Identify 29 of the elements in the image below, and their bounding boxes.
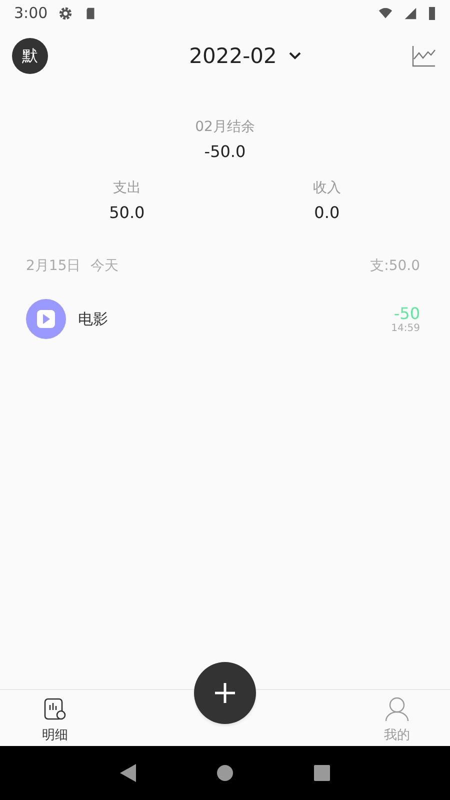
day-total: 支:50.0 [370, 257, 420, 275]
day-date: 2月15日 [26, 257, 81, 275]
tab[interactable]: 明细 [42, 690, 68, 746]
income-label: 收入 [312, 179, 341, 197]
expense-value: 50.0 [109, 203, 145, 222]
balance-label: 02月结余 [195, 118, 255, 136]
ledger-icon [42, 696, 68, 722]
expense-label: 支出 [112, 179, 141, 197]
home-icon[interactable] [216, 765, 233, 781]
add-button[interactable] [194, 662, 256, 724]
plus-icon [214, 682, 236, 704]
line-chart-icon[interactable] [412, 45, 436, 67]
recents-icon[interactable] [314, 765, 330, 781]
entry-category: 电影 [78, 310, 108, 328]
entry-amount: -50 [394, 304, 420, 323]
person-icon [384, 696, 410, 722]
gear-icon [58, 6, 73, 20]
signal-icon [403, 6, 418, 20]
status-time: 3:00 [14, 4, 48, 22]
wifi-icon [378, 6, 393, 20]
day-label: 今天 [90, 257, 119, 275]
battery-icon [428, 5, 436, 21]
chevron-down-icon [288, 52, 301, 60]
income-value: 0.0 [314, 203, 340, 222]
month-picker[interactable]: 2022-02 [183, 43, 307, 69]
balance-value: -50.0 [204, 142, 246, 161]
entry-time: 14:59 [391, 323, 420, 334]
back-icon[interactable] [120, 764, 136, 782]
avatar[interactable]: 默 [12, 38, 48, 74]
